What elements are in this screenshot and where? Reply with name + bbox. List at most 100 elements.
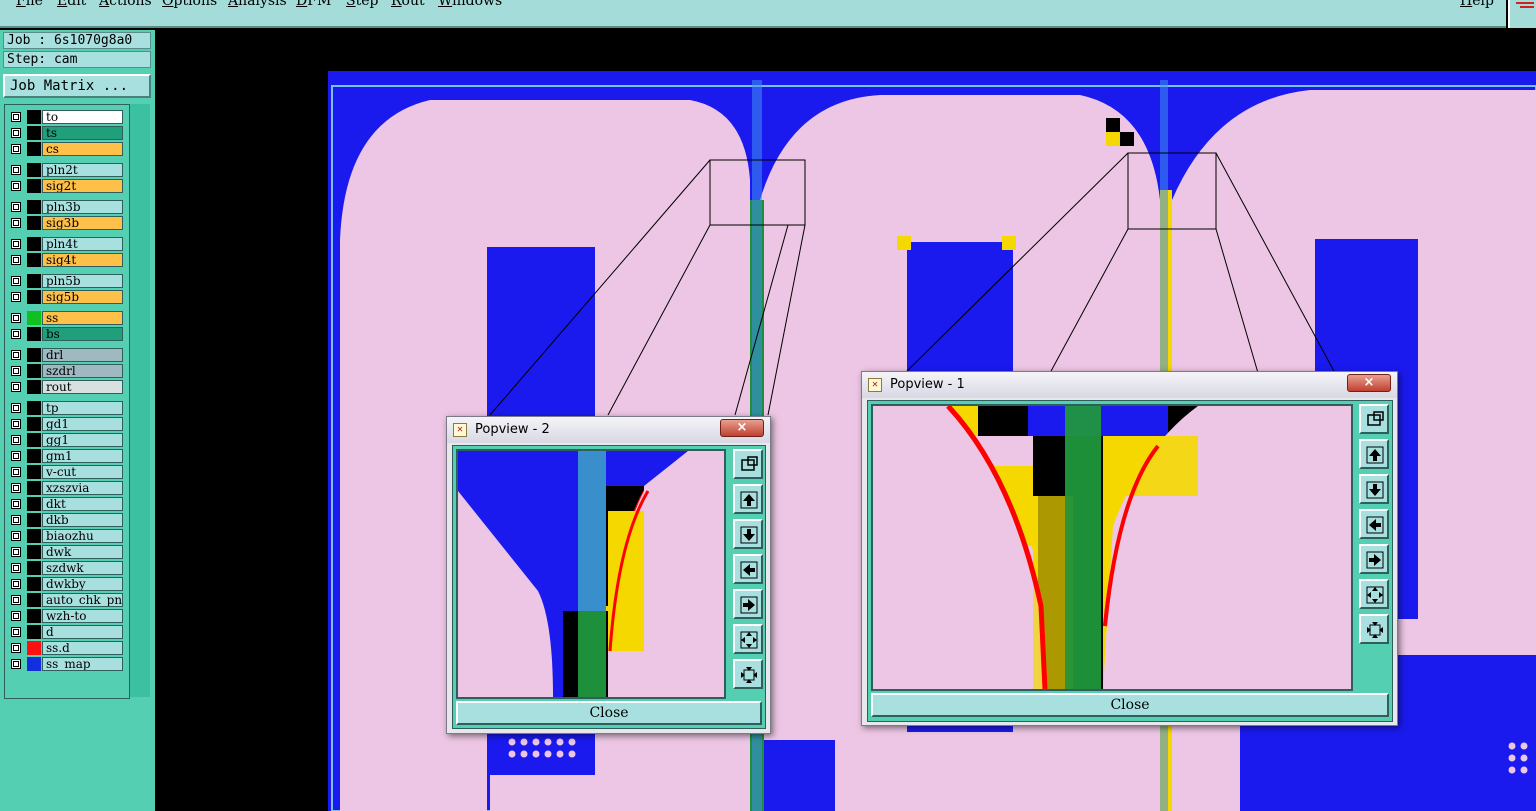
layer-name[interactable]: pln4t	[42, 237, 123, 251]
layer-name[interactable]: ts	[42, 126, 123, 140]
layer-checkbox[interactable]	[11, 451, 21, 461]
layer-color-swatch[interactable]	[27, 348, 41, 362]
layer-checkbox[interactable]	[11, 483, 21, 493]
layer-checkbox[interactable]	[11, 643, 21, 653]
layer-name[interactable]: gm1	[42, 449, 123, 463]
layer-checkbox[interactable]	[11, 202, 21, 212]
pan-right-button[interactable]	[733, 589, 763, 619]
layer-name[interactable]: dwk	[42, 545, 123, 559]
layer-color-swatch[interactable]	[27, 465, 41, 479]
layer-name[interactable]: pln5b	[42, 274, 123, 288]
layer-name[interactable]: d	[42, 625, 123, 639]
popview-2-close-x-button[interactable]: ×	[720, 419, 764, 437]
layer-row[interactable]: sig4t	[5, 253, 129, 267]
layer-color-swatch[interactable]	[27, 142, 41, 156]
pan-down-button[interactable]	[1359, 474, 1389, 504]
layer-color-swatch[interactable]	[27, 609, 41, 623]
layer-row[interactable]: pln2t	[5, 163, 129, 177]
layer-checkbox[interactable]	[11, 419, 21, 429]
layer-checkbox[interactable]	[11, 531, 21, 541]
layer-checkbox[interactable]	[11, 218, 21, 228]
layer-checkbox[interactable]	[11, 611, 21, 621]
layer-row[interactable]: tp	[5, 401, 129, 415]
layer-name[interactable]: v-cut	[42, 465, 123, 479]
layer-color-swatch[interactable]	[27, 593, 41, 607]
layer-checkbox[interactable]	[11, 292, 21, 302]
layer-name[interactable]: sig3b	[42, 216, 123, 230]
pan-right-button[interactable]	[1359, 544, 1389, 574]
zoom-in-button[interactable]	[733, 659, 763, 689]
popview-2-close-button[interactable]: Close	[456, 701, 762, 725]
layer-list-scrollbar[interactable]	[130, 104, 150, 697]
layer-row[interactable]: ss.d	[5, 641, 129, 655]
layer-name[interactable]: rout	[42, 380, 123, 394]
layer-row[interactable]: xzszvia	[5, 481, 129, 495]
layer-checkbox[interactable]	[11, 165, 21, 175]
layer-row[interactable]: dkb	[5, 513, 129, 527]
layer-color-swatch[interactable]	[27, 561, 41, 575]
layer-row[interactable]: szdrl	[5, 364, 129, 378]
layer-color-swatch[interactable]	[27, 380, 41, 394]
popview-1-titlebar[interactable]: ✕ Popview - 1 ×	[862, 372, 1397, 398]
menu-rout[interactable]: Rout	[391, 0, 425, 9]
pan-up-button[interactable]	[1359, 439, 1389, 469]
layer-color-swatch[interactable]	[27, 641, 41, 655]
layer-row[interactable]: ss_map	[5, 657, 129, 671]
menu-step[interactable]: Step	[346, 0, 378, 9]
layer-checkbox[interactable]	[11, 144, 21, 154]
layer-checkbox[interactable]	[11, 350, 21, 360]
layer-color-swatch[interactable]	[27, 545, 41, 559]
layer-name[interactable]: dkt	[42, 497, 123, 511]
zoom-out-button[interactable]	[733, 624, 763, 654]
pan-down-button[interactable]	[733, 519, 763, 549]
pan-left-button[interactable]	[1359, 509, 1389, 539]
menu-analysis[interactable]: Analysis	[228, 0, 287, 9]
layer-row[interactable]: sig3b	[5, 216, 129, 230]
layer-color-swatch[interactable]	[27, 529, 41, 543]
layer-color-swatch[interactable]	[27, 433, 41, 447]
job-matrix-button[interactable]: Job Matrix ...	[3, 74, 151, 98]
layer-checkbox[interactable]	[11, 499, 21, 509]
layer-name[interactable]: dkb	[42, 513, 123, 527]
layer-name[interactable]: cs	[42, 142, 123, 156]
layer-name[interactable]: pln2t	[42, 163, 123, 177]
layer-checkbox[interactable]	[11, 366, 21, 376]
layer-color-swatch[interactable]	[27, 417, 41, 431]
layer-color-swatch[interactable]	[27, 110, 41, 124]
layer-name[interactable]: drl	[42, 348, 123, 362]
layer-name[interactable]: gd1	[42, 417, 123, 431]
layer-color-swatch[interactable]	[27, 216, 41, 230]
layer-color-swatch[interactable]	[27, 657, 41, 671]
layer-name[interactable]: ss_map	[42, 657, 123, 671]
layer-name[interactable]: sig5b	[42, 290, 123, 304]
popview-2-titlebar[interactable]: ✕ Popview - 2 ×	[447, 417, 770, 443]
zoom-out-button[interactable]	[1359, 579, 1389, 609]
app-corner-button[interactable]	[1508, 0, 1536, 28]
layer-row[interactable]: v-cut	[5, 465, 129, 479]
layer-row[interactable]: d	[5, 625, 129, 639]
layer-row[interactable]: gm1	[5, 449, 129, 463]
layer-color-swatch[interactable]	[27, 625, 41, 639]
layer-row[interactable]: dwk	[5, 545, 129, 559]
layer-checkbox[interactable]	[11, 112, 21, 122]
pan-left-button[interactable]	[733, 554, 763, 584]
layer-color-swatch[interactable]	[27, 311, 41, 325]
layer-checkbox[interactable]	[11, 435, 21, 445]
layer-name[interactable]: biaozhu	[42, 529, 123, 543]
layer-row[interactable]: wzh-to	[5, 609, 129, 623]
layer-checkbox[interactable]	[11, 579, 21, 589]
layer-checkbox[interactable]	[11, 659, 21, 669]
layer-name[interactable]: szdrl	[42, 364, 123, 378]
layer-name[interactable]: ss	[42, 311, 123, 325]
layer-name[interactable]: gg1	[42, 433, 123, 447]
layer-color-swatch[interactable]	[27, 274, 41, 288]
layer-color-swatch[interactable]	[27, 253, 41, 267]
layer-name[interactable]: szdwk	[42, 561, 123, 575]
layer-checkbox[interactable]	[11, 239, 21, 249]
layer-color-swatch[interactable]	[27, 497, 41, 511]
zoom-in-button[interactable]	[1359, 614, 1389, 644]
layer-name[interactable]: sig4t	[42, 253, 123, 267]
layer-name[interactable]: xzszvia	[42, 481, 123, 495]
popview-1-view[interactable]	[871, 404, 1353, 691]
layer-color-swatch[interactable]	[27, 179, 41, 193]
